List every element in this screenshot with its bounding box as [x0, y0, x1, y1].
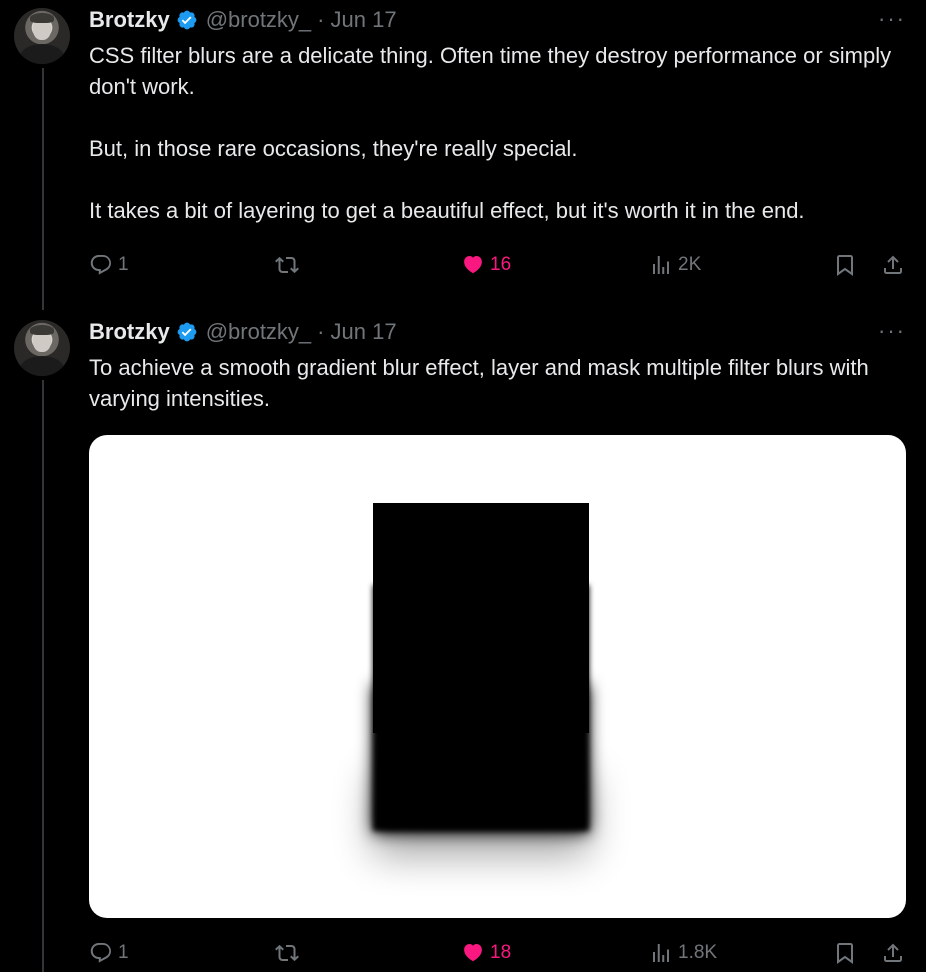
more-icon[interactable]: ··· — [878, 8, 906, 30]
reply-icon — [90, 255, 111, 275]
reply-button[interactable]: 1 — [89, 938, 129, 968]
thread-connector-line — [42, 68, 44, 310]
reply-count: 1 — [118, 942, 129, 963]
bookmark-button[interactable] — [833, 938, 862, 968]
tweet-text: To achieve a smooth gradient blur effect… — [89, 352, 909, 414]
retweet-button[interactable] — [275, 250, 304, 280]
bookmark-button[interactable] — [833, 250, 862, 280]
avatar[interactable] — [14, 8, 70, 64]
like-button[interactable]: 18 — [461, 938, 511, 968]
share-button[interactable] — [881, 250, 910, 280]
tweet-actions: 1 18 1.8K — [89, 938, 909, 968]
sharp-layer — [373, 503, 589, 733]
tweet-actions: 1 16 2K — [89, 250, 909, 280]
share-button[interactable] — [881, 938, 910, 968]
separator: · — [317, 7, 325, 32]
views-chart-icon — [653, 256, 669, 274]
tweet-paragraph: But, in those rare occasions, they're re… — [89, 136, 578, 161]
share-icon — [884, 255, 902, 274]
tweet-media-image[interactable] — [89, 435, 906, 918]
tweet-paragraph: It takes a bit of layering to get a beau… — [89, 198, 805, 223]
more-icon[interactable]: ··· — [878, 320, 906, 342]
author-handle[interactable]: @brotzky_ — [206, 319, 311, 345]
views-button[interactable]: 1.8K — [649, 938, 717, 968]
separator: · — [317, 319, 325, 344]
tweet-text: CSS filter blurs are a delicate thing. O… — [89, 40, 909, 226]
tweet-paragraph: CSS filter blurs are a delicate thing. O… — [89, 43, 892, 99]
tweet-paragraph: To achieve a smooth gradient blur effect… — [89, 355, 869, 411]
heart-icon — [464, 256, 482, 274]
views-chart-icon — [653, 944, 669, 962]
tweet-date[interactable]: Jun 17 — [331, 319, 397, 345]
author-name[interactable]: Brotzky — [89, 319, 170, 345]
like-button[interactable]: 16 — [461, 250, 511, 280]
retweet-button[interactable] — [275, 938, 304, 968]
like-count: 16 — [490, 254, 512, 275]
reply-icon — [90, 943, 111, 963]
retweet-icon — [275, 256, 299, 274]
tweet-header: Brotzky @brotzky_ · Jun 17 — [89, 318, 397, 346]
verified-badge-icon — [177, 322, 197, 342]
like-count: 18 — [490, 942, 512, 963]
verified-badge-icon — [177, 10, 197, 30]
views-count: 2K — [678, 254, 702, 275]
author-name[interactable]: Brotzky — [89, 7, 170, 33]
reply-count: 1 — [118, 254, 129, 275]
author-handle[interactable]: @brotzky_ — [206, 7, 311, 33]
tweet-date[interactable]: Jun 17 — [331, 7, 397, 33]
views-count: 1.8K — [678, 942, 718, 963]
heart-icon — [464, 944, 482, 962]
avatar[interactable] — [14, 320, 70, 376]
reply-button[interactable]: 1 — [89, 250, 129, 280]
bookmark-icon — [837, 255, 853, 276]
share-icon — [884, 943, 902, 962]
thread-connector-line — [42, 380, 44, 972]
retweet-icon — [275, 944, 299, 962]
bookmark-icon — [837, 943, 853, 964]
tweet-header: Brotzky @brotzky_ · Jun 17 — [89, 6, 397, 34]
views-button[interactable]: 2K — [649, 250, 701, 280]
